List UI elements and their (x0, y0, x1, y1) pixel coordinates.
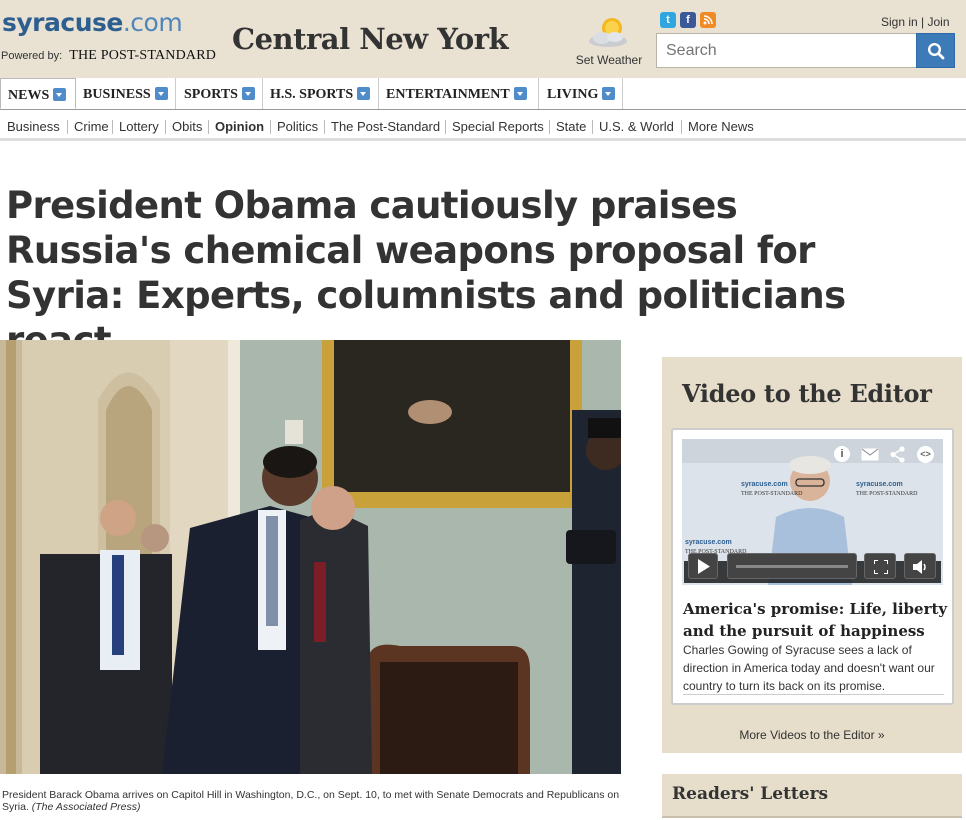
video-watermark-partner: THE POST-STANDARD (856, 491, 918, 497)
divider (683, 694, 944, 695)
volume-button[interactable] (904, 553, 936, 579)
nav-label: H.S. SPORTS (270, 87, 354, 102)
nav-item-entertainment[interactable]: ENTERTAINMENT (379, 78, 539, 109)
site-logo[interactable]: syracuse.com (2, 8, 183, 37)
nav-label: LIVING (547, 87, 599, 102)
video-watermark-logo: syracuse.com (856, 481, 903, 488)
subnav-item[interactable]: Politics (270, 120, 324, 134)
play-button[interactable] (688, 553, 718, 579)
subnav-item-current[interactable]: Opinion (208, 120, 270, 134)
weather-widget[interactable]: Set Weather (572, 12, 646, 67)
dropdown-arrow-icon[interactable] (154, 87, 168, 100)
partner-logo[interactable]: THE POST-STANDARD (69, 48, 216, 63)
region-title: Central New York (232, 22, 509, 56)
join-link[interactable]: Join (928, 15, 950, 29)
social-links: t f (660, 12, 716, 28)
logo-suffix-text: .com (122, 8, 183, 37)
subnav-item[interactable]: Special Reports (445, 120, 550, 134)
photo-credit: (The Associated Press) (31, 801, 141, 813)
powered-by: Powered by: THE POST-STANDARD (1, 48, 216, 64)
logo-main-text: syracuse (2, 8, 123, 37)
dropdown-arrow-icon[interactable] (241, 87, 255, 100)
sign-in-link[interactable]: Sign in (881, 15, 918, 29)
module-title: Video to the Editor (682, 379, 932, 408)
search-button[interactable] (916, 33, 955, 68)
video-to-editor-module: Video to the Editor syracuse.com THE POS… (662, 357, 962, 753)
nav-item-hs-sports[interactable]: H.S. SPORTS (263, 78, 379, 109)
dropdown-arrow-icon[interactable] (357, 87, 371, 100)
subnav-item[interactable]: State (549, 120, 592, 134)
search-input[interactable] (656, 33, 917, 68)
section-subnav: Business Crime Lottery Obits Opinion Pol… (0, 113, 966, 141)
video-card[interactable]: syracuse.com THE POST-STANDARD syracuse.… (671, 428, 954, 705)
powered-by-label: Powered by: (1, 50, 63, 62)
nav-item-news[interactable]: NEWS (0, 78, 76, 109)
subnav-item[interactable]: Business (7, 120, 66, 134)
sun-cloud-icon (589, 18, 627, 47)
nav-item-sports[interactable]: SPORTS (176, 78, 263, 109)
dropdown-arrow-icon[interactable] (53, 88, 67, 101)
fullscreen-icon (874, 560, 888, 574)
subnav-item[interactable]: Obits (165, 120, 208, 134)
module-title[interactable]: Readers' Letters (672, 784, 828, 804)
nav-label: SPORTS (184, 87, 238, 102)
article-headline: President Obama cautiously praises Russi… (6, 184, 846, 362)
subnav-item[interactable]: Lottery (112, 120, 165, 134)
rss-icon[interactable] (700, 12, 716, 28)
volume-icon (913, 560, 926, 574)
subnav-item[interactable]: U.S. & World (592, 120, 680, 134)
video-title-link[interactable]: America's promise: Life, liberty and the… (683, 598, 948, 642)
video-watermark-logo: syracuse.com (741, 481, 788, 488)
article-photo-image (0, 340, 621, 774)
video-player[interactable]: syracuse.com THE POST-STANDARD syracuse.… (682, 439, 943, 585)
subnav-item[interactable]: The Post-Standard (324, 120, 446, 134)
set-weather-link[interactable]: Set Weather (572, 53, 646, 67)
more-videos-link[interactable]: More Videos to the Editor » (662, 728, 962, 742)
video-description: Charles Gowing of Syracuse sees a lack o… (683, 643, 935, 693)
subnav-item[interactable]: Crime (67, 120, 115, 134)
nav-label: NEWS (8, 88, 50, 103)
main-nav: NEWS BUSINESS SPORTS H.S. SPORTS ENTERTA… (0, 78, 966, 110)
article-photo[interactable] (0, 340, 621, 774)
dropdown-arrow-icon[interactable] (513, 87, 527, 100)
progress-bar[interactable] (727, 553, 857, 579)
site-header: syracuse.com Powered by: THE POST-STANDA… (0, 0, 966, 78)
nav-label: ENTERTAINMENT (386, 87, 510, 102)
play-icon (698, 559, 710, 574)
search-icon (927, 42, 944, 59)
nav-label: BUSINESS (83, 87, 151, 102)
nav-item-living[interactable]: LIVING (539, 78, 623, 109)
subnav-item[interactable]: More News (681, 120, 760, 134)
embed-icon[interactable]: <> (917, 446, 934, 463)
nav-item-business[interactable]: BUSINESS (76, 78, 176, 109)
twitter-icon[interactable]: t (660, 12, 676, 28)
info-icon[interactable]: i (834, 446, 850, 462)
fullscreen-button[interactable] (864, 553, 896, 579)
facebook-icon[interactable]: f (680, 12, 696, 28)
video-watermark-partner: THE POST-STANDARD (741, 491, 803, 497)
share-icon[interactable] (889, 446, 906, 463)
email-icon[interactable] (861, 448, 879, 461)
video-watermark-logo: syracuse.com (685, 539, 732, 546)
photo-caption: President Barack Obama arrives on Capito… (2, 789, 622, 813)
readers-letters-module: Readers' Letters (662, 774, 962, 818)
account-links: Sign in | Join (881, 15, 950, 29)
dropdown-arrow-icon[interactable] (602, 87, 616, 100)
